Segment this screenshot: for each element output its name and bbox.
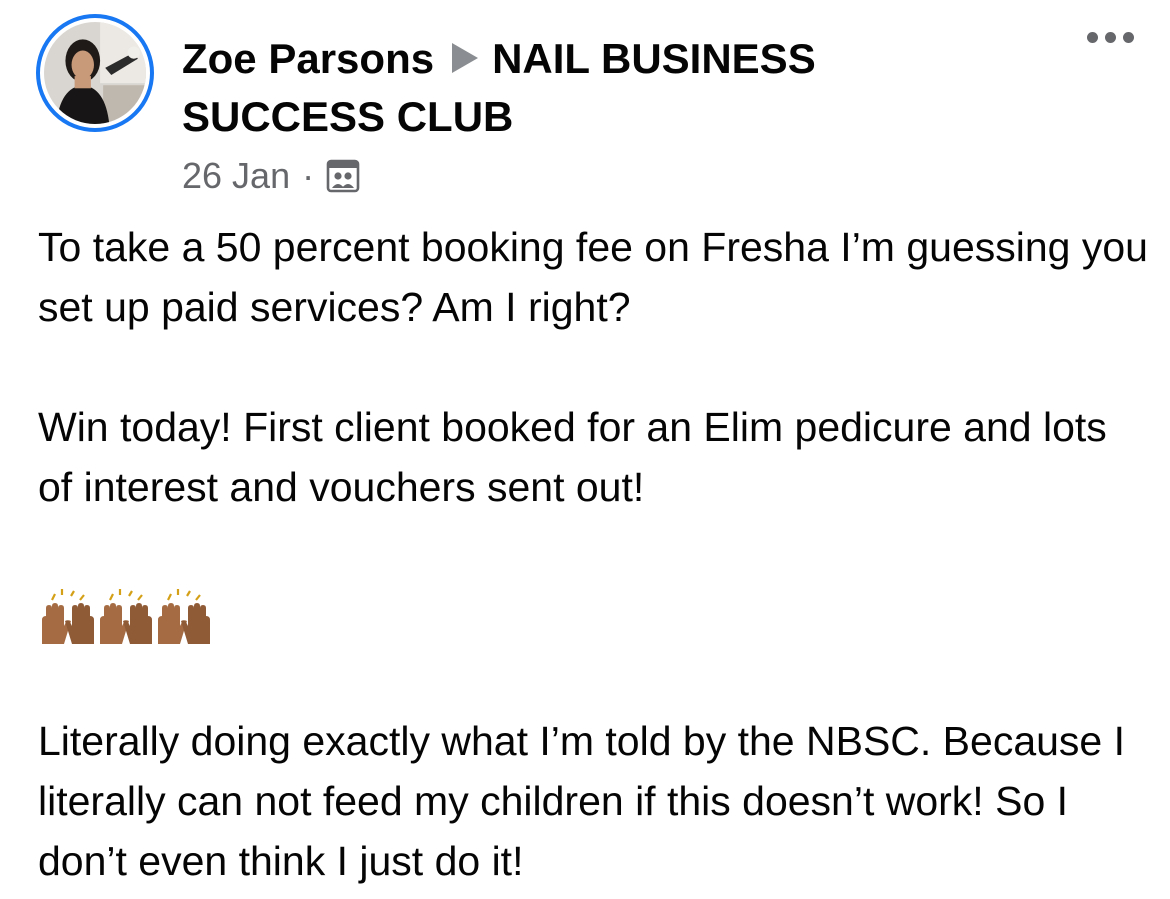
- more-dot: [1087, 32, 1098, 43]
- post-paragraph-3: Literally doing exactly what I’m told by…: [38, 718, 1126, 884]
- raising-hands-icon: [100, 589, 152, 644]
- emoji-row: [38, 586, 212, 648]
- raising-hands-icon: [158, 589, 210, 644]
- more-options-icon[interactable]: [1087, 32, 1134, 43]
- post-paragraph-1: To take a 50 percent booking fee on Fres…: [38, 224, 1148, 330]
- raising-hands-icon: [42, 589, 94, 644]
- author-avatar[interactable]: [36, 14, 154, 132]
- post-paragraph-2: Win today! First client booked for an El…: [38, 404, 1107, 510]
- more-dot: [1123, 32, 1134, 43]
- group-audience-icon[interactable]: [326, 159, 360, 193]
- meta-separator: ·: [302, 155, 315, 196]
- post-header: Zoe Parsons NAIL BUSINESS SUCCESS CLUB: [182, 30, 962, 146]
- more-dot: [1105, 32, 1116, 43]
- avatar-photo: [44, 22, 146, 124]
- author-name[interactable]: Zoe Parsons: [182, 35, 434, 82]
- arrow-right-icon: [452, 42, 479, 73]
- post-date[interactable]: 26 Jan: [182, 155, 290, 197]
- post-meta: 26 Jan ·: [182, 154, 360, 198]
